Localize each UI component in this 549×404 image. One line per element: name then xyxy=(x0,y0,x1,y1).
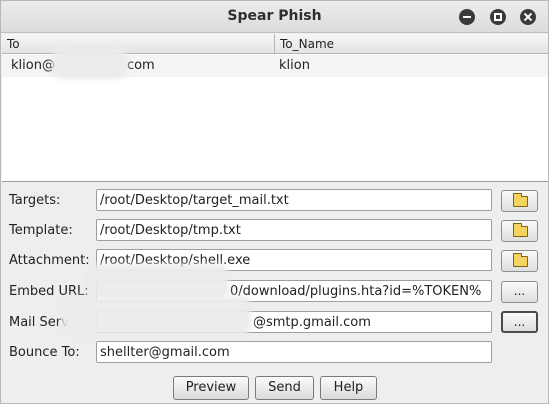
ellipsis-label: ... xyxy=(513,284,526,298)
bounce-to-label: Bounce To: xyxy=(9,345,80,360)
cell-to-name: klion xyxy=(279,58,310,73)
maximize-icon[interactable] xyxy=(490,9,506,25)
table-row[interactable]: klion@ com klion xyxy=(2,49,548,79)
column-divider[interactable] xyxy=(274,34,275,54)
redaction-blur xyxy=(61,296,251,336)
close-icon[interactable] xyxy=(520,9,536,25)
attachment-label: Attachment: xyxy=(9,253,90,268)
redaction-blur xyxy=(87,264,229,298)
attachment-browse-button[interactable] xyxy=(501,250,538,272)
embed-url-button[interactable]: ... xyxy=(501,281,538,303)
column-header-to-name[interactable]: To_Name xyxy=(280,37,334,51)
folder-icon xyxy=(513,193,528,207)
mail-server-button[interactable]: ... xyxy=(501,311,538,333)
mail-server-label: Mail Serv xyxy=(9,315,69,330)
bounce-to-field[interactable]: shellter@gmail.com xyxy=(96,341,492,363)
template-browse-button[interactable] xyxy=(501,220,538,242)
help-button[interactable]: Help xyxy=(320,376,377,400)
spear-phish-window: Spear Phish To To_Name klion@ com klion T… xyxy=(0,0,549,404)
targets-browse-button[interactable] xyxy=(501,190,538,212)
folder-icon xyxy=(513,223,528,237)
targets-label: Targets: xyxy=(9,193,61,208)
targets-field[interactable]: /root/Desktop/target_mail.txt xyxy=(96,189,492,211)
template-label: Template: xyxy=(9,223,73,238)
ellipsis-label: ... xyxy=(513,315,526,329)
column-header-to[interactable]: To xyxy=(7,37,20,51)
send-button[interactable]: Send xyxy=(255,376,314,400)
template-field[interactable]: /root/Desktop/tmp.txt xyxy=(96,219,492,241)
title-bar: Spear Phish xyxy=(1,1,548,33)
redaction-blur xyxy=(52,49,128,79)
recipients-table[interactable]: To To_Name klion@ com klion xyxy=(2,34,548,182)
minimize-icon[interactable] xyxy=(459,9,475,25)
folder-icon xyxy=(513,253,528,267)
preview-button[interactable]: Preview xyxy=(173,376,249,400)
